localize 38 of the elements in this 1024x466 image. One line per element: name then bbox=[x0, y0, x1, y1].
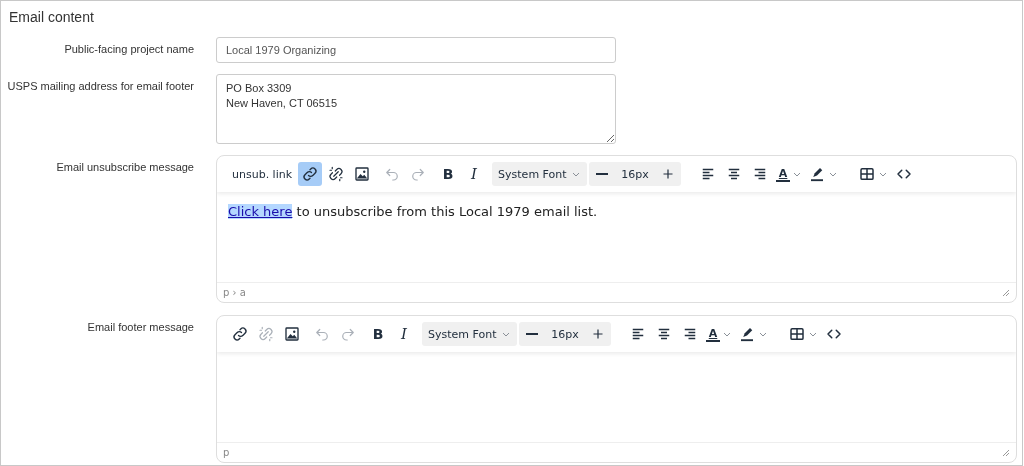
text-field[interactable]: Local 1979 Organizing bbox=[216, 37, 616, 63]
link-icon bbox=[301, 165, 320, 183]
field-label: Public-facing project name bbox=[64, 42, 194, 57]
table-icon bbox=[788, 325, 806, 343]
link-button[interactable]: unsub. link bbox=[228, 162, 297, 186]
section-title: Email content bbox=[9, 9, 95, 25]
broken-link-icon bbox=[327, 165, 346, 183]
element-path: p › a bbox=[223, 287, 246, 298]
bold-button[interactable]: B bbox=[366, 322, 390, 346]
field-label: USPS mailing address for email footer bbox=[7, 79, 194, 94]
font-size-field[interactable]: 16px bbox=[519, 322, 611, 346]
italic-button[interactable]: I bbox=[392, 322, 416, 346]
text-color-button[interactable]: A bbox=[704, 322, 734, 346]
text-color-button[interactable]: A bbox=[774, 162, 805, 186]
font-dropdown[interactable]: System Font bbox=[422, 322, 517, 346]
image-icon bbox=[353, 165, 372, 183]
resize-grip-icon[interactable] bbox=[1002, 288, 1010, 297]
marker-icon bbox=[738, 325, 756, 343]
resize-grip-icon[interactable] bbox=[1002, 448, 1010, 457]
text-area[interactable]: PO Box 3309 New Haven, CT 06515 bbox=[216, 74, 616, 144]
element-path: p bbox=[223, 447, 230, 458]
minus-icon bbox=[596, 173, 609, 175]
image-icon bbox=[283, 325, 301, 343]
italic-button[interactable]: I bbox=[462, 162, 487, 186]
font-size-value[interactable]: 16px bbox=[615, 167, 656, 181]
link-icon bbox=[231, 325, 249, 343]
field-label: Email unsubscribe message bbox=[56, 160, 194, 175]
broken-link-icon bbox=[257, 325, 275, 343]
minus-icon bbox=[526, 333, 538, 335]
font-dropdown[interactable]: System Font bbox=[492, 162, 588, 186]
field-label: Email footer message bbox=[87, 320, 194, 335]
bold-button[interactable]: B bbox=[436, 162, 461, 186]
table-icon bbox=[858, 165, 877, 183]
editor-text: Click here to unsubscribe from this Local 1979 email list. bbox=[228, 204, 599, 219]
font-size-field[interactable]: 16px bbox=[589, 162, 682, 186]
font-size-value[interactable]: 16px bbox=[545, 327, 585, 341]
link-button[interactable] bbox=[298, 162, 323, 186]
unsubscribe-link[interactable]: Click here bbox=[228, 204, 293, 219]
